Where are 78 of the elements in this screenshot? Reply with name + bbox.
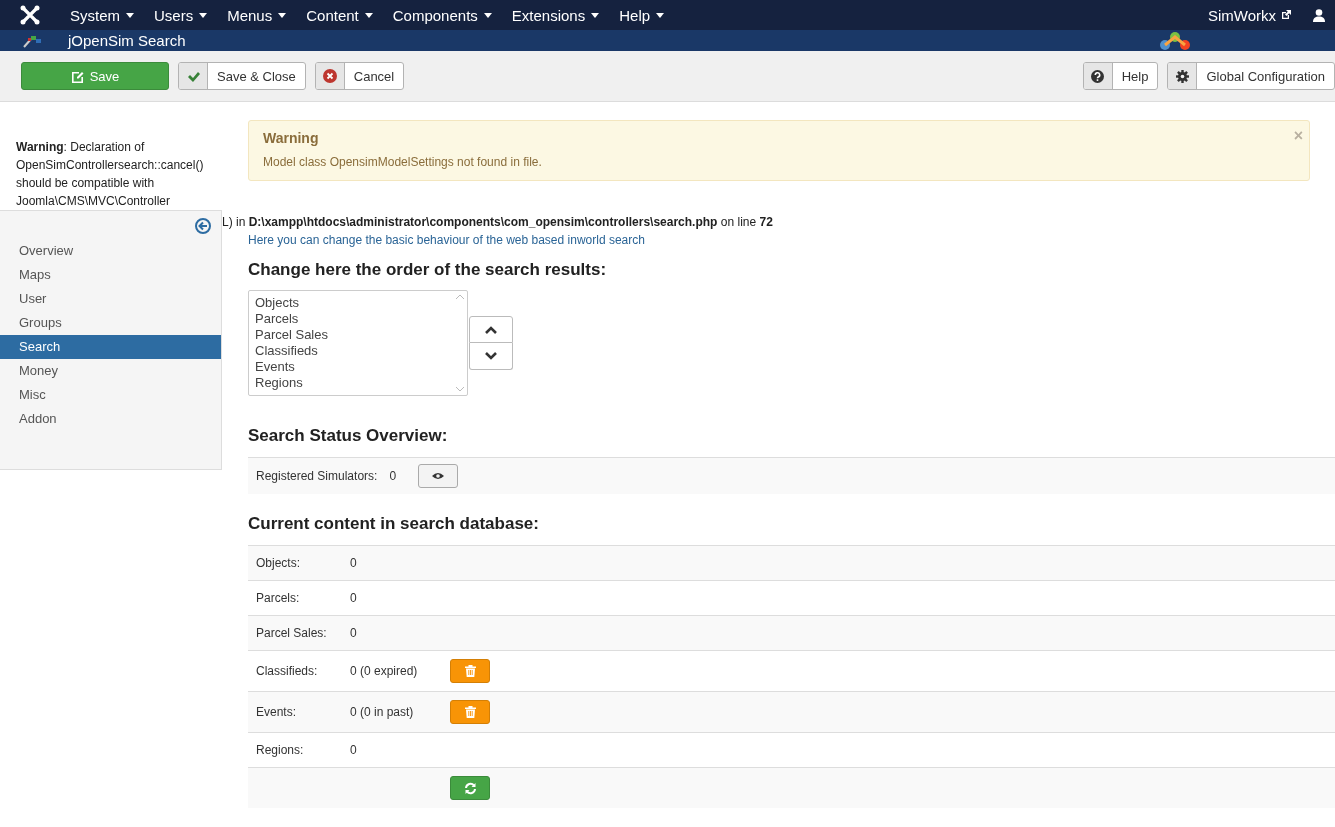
caret-icon bbox=[591, 12, 600, 18]
php-warning-text: Warning: Declaration of OpenSimControllersearch::cancel() should be compatible with Joomla\CMS\MVC\Controller bbox=[16, 139, 205, 210]
list-option[interactable]: Parcel Sales bbox=[255, 327, 447, 343]
help-button[interactable]: Help bbox=[1082, 62, 1159, 90]
menu-item[interactable]: Users bbox=[144, 0, 218, 30]
sidebar-item[interactable]: Groups bbox=[0, 311, 221, 335]
table-cell-text: Regions: bbox=[255, 743, 305, 757]
menu-item[interactable]: Help bbox=[609, 0, 675, 30]
php-warning-location: L) in D:\xampp\htdocs\administrator\components\com_opensim\controllers\search.php on line 72 bbox=[222, 214, 774, 230]
menu-item[interactable]: System bbox=[60, 0, 144, 30]
menu-item[interactable]: Content bbox=[296, 0, 383, 30]
check-icon bbox=[186, 70, 200, 82]
field-label: Registered Simulators: bbox=[256, 469, 378, 483]
sidebar-item[interactable]: Overview bbox=[0, 239, 221, 263]
table-cell-text: 0 bbox=[349, 591, 358, 605]
order-listbox[interactable]: Objects Parcels Parcel Sales Classifieds Events Regions bbox=[248, 290, 468, 396]
sidebar-item[interactable]: Maps bbox=[0, 263, 221, 287]
menu-item[interactable]: Extensions bbox=[501, 0, 610, 30]
caret-icon bbox=[656, 12, 665, 18]
caret-icon bbox=[199, 12, 208, 18]
site-link[interactable]: SimWorkx bbox=[1207, 6, 1276, 24]
options-button[interactable]: Global Configuration bbox=[1167, 62, 1335, 90]
cancel-button[interactable]: Cancel bbox=[314, 62, 405, 90]
external-link-icon bbox=[1281, 10, 1291, 20]
table-cell-text: 0 (0 expired) bbox=[349, 664, 419, 678]
sidebar-item[interactable]: User bbox=[0, 287, 221, 311]
menu-item[interactable]: Menus bbox=[217, 0, 297, 30]
sidebar-item[interactable]: Search bbox=[0, 335, 221, 359]
collapse-icon[interactable] bbox=[195, 218, 211, 234]
table-cell-text: 0 bbox=[349, 556, 358, 570]
section-heading: Search Status Overview: bbox=[248, 426, 449, 446]
chevron-down-icon bbox=[485, 352, 497, 360]
close-circle-icon bbox=[322, 69, 337, 83]
delete-button[interactable] bbox=[450, 659, 490, 683]
help-icon bbox=[1091, 69, 1105, 83]
list-option[interactable]: Events bbox=[255, 359, 447, 375]
list-option[interactable]: Parcels bbox=[255, 311, 447, 327]
settings-icon bbox=[1175, 69, 1189, 83]
delete-button[interactable] bbox=[450, 700, 490, 724]
field-value: 0 bbox=[389, 469, 397, 483]
alert-title: Warning bbox=[263, 129, 320, 147]
sidebar-item[interactable]: Money bbox=[0, 359, 221, 383]
table-cell-text: Classifieds: bbox=[255, 664, 319, 678]
table-cell-text: 0 bbox=[349, 743, 358, 757]
table-cell-text: 0 bbox=[349, 626, 358, 640]
eye-icon bbox=[432, 472, 445, 480]
move-up-button[interactable] bbox=[469, 316, 513, 343]
refresh-button[interactable] bbox=[450, 776, 490, 800]
table-cell-text: Objects: bbox=[255, 556, 301, 570]
description-text: Here you can change the basic behaviour of the web based inworld search bbox=[248, 232, 645, 248]
table-cell-text: Events: bbox=[255, 705, 298, 719]
table-cell-text: Parcel Sales: bbox=[255, 626, 328, 640]
chevron-up-icon bbox=[485, 325, 497, 334]
table-cell-text: Parcels: bbox=[255, 591, 301, 605]
trash-icon bbox=[464, 706, 476, 718]
alert-message: Model class OpensimModelSettings not found in file. bbox=[263, 154, 543, 171]
section-heading: Current content in search database: bbox=[248, 514, 540, 534]
caret-icon bbox=[126, 12, 134, 18]
save-close-button[interactable]: Save & Close bbox=[178, 62, 306, 90]
list-option[interactable]: Classifieds bbox=[255, 343, 447, 359]
user-icon[interactable] bbox=[1313, 8, 1325, 22]
move-down-button[interactable] bbox=[469, 343, 513, 370]
page-title: jOpenSim Search bbox=[68, 31, 186, 51]
table-cell-text: 0 (0 in past) bbox=[349, 705, 415, 719]
caret-icon bbox=[278, 12, 287, 18]
caret-icon bbox=[364, 12, 373, 18]
logo-icon[interactable] bbox=[20, 5, 40, 25]
view-button[interactable] bbox=[418, 464, 459, 488]
edit-icon bbox=[70, 69, 84, 83]
trash-icon bbox=[464, 665, 476, 677]
caret-icon bbox=[483, 12, 492, 18]
sidebar-item[interactable]: Misc bbox=[0, 383, 221, 407]
sidebar-item[interactable]: Addon bbox=[0, 407, 221, 431]
refresh-icon bbox=[463, 781, 477, 795]
list-option[interactable]: Regions bbox=[255, 375, 447, 391]
section-heading: Change here the order of the search results: bbox=[248, 260, 608, 280]
menu-item[interactable]: Components bbox=[382, 0, 502, 30]
list-option[interactable]: Objects bbox=[255, 295, 447, 311]
